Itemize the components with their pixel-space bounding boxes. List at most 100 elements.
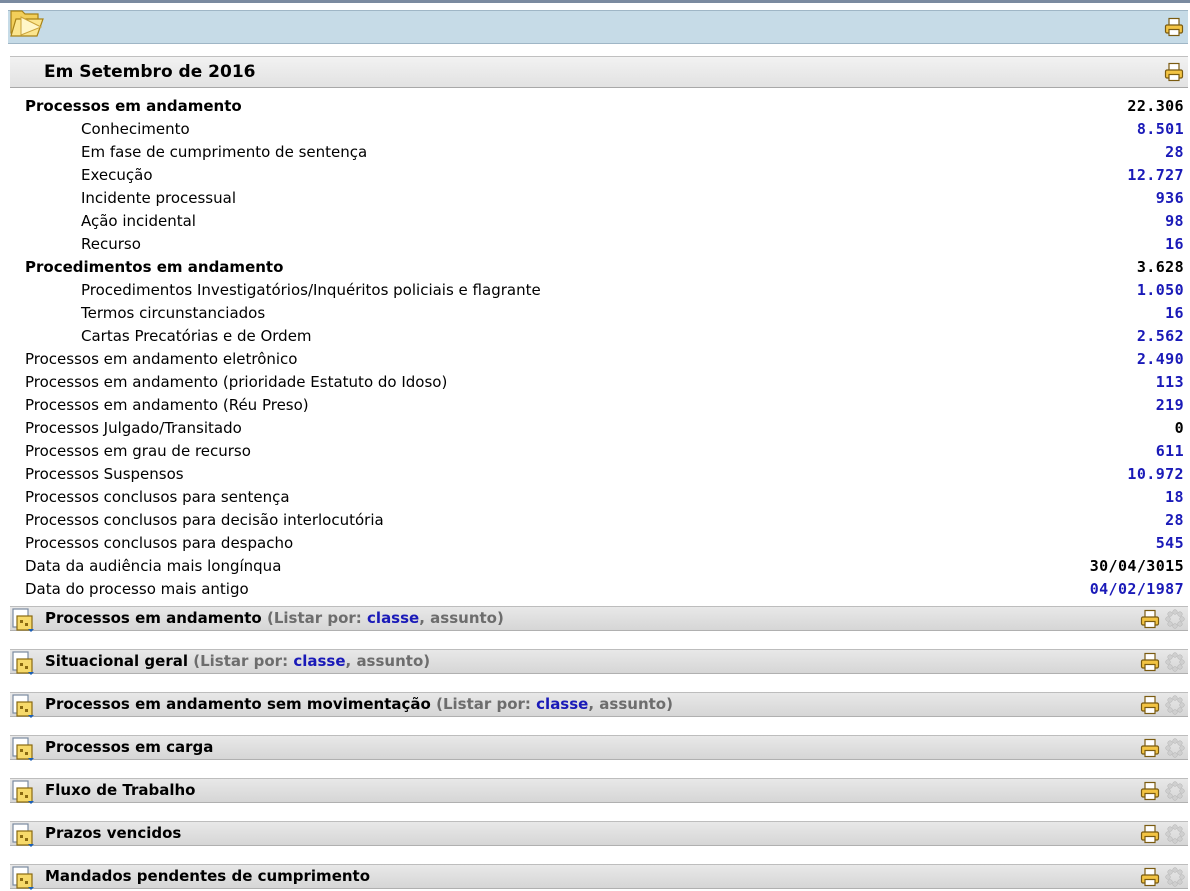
list-by-options: (Listar por: classe, assunto): [436, 695, 673, 713]
stat-label: Cartas Precatórias e de Ordem: [81, 327, 312, 345]
stat-value[interactable]: 2.490: [1137, 348, 1184, 371]
print-icon[interactable]: [1140, 695, 1160, 715]
stat-label: Recurso: [81, 235, 141, 253]
print-icon[interactable]: [1164, 62, 1184, 82]
loading-spinner-icon: [1165, 652, 1185, 672]
top-toolbar: [8, 10, 1188, 44]
section-title[interactable]: Processos em andamento: [45, 609, 262, 627]
section-title-wrap: Processos em carga: [45, 738, 213, 756]
stat-value[interactable]: 545: [1156, 532, 1184, 555]
stat-row: Recurso 16: [18, 233, 1188, 256]
print-icon[interactable]: [1140, 781, 1160, 801]
section-title[interactable]: Processos em carga: [45, 738, 213, 756]
stat-label: Processos em grau de recurso: [25, 442, 251, 460]
print-icon[interactable]: [1140, 609, 1160, 629]
report-icon: [12, 694, 34, 718]
stat-value[interactable]: 1.050: [1137, 279, 1184, 302]
report-section-header[interactable]: Processos em andamento sem movimentação …: [10, 692, 1188, 718]
section-title-wrap: Processos em andamento sem movimentação …: [45, 695, 673, 713]
list-by-label: Listar por:: [200, 652, 289, 670]
stat-label: Em fase de cumprimento de sentença: [81, 143, 368, 161]
list-by-classe-link[interactable]: classe: [367, 609, 419, 627]
statistics-list: Processos em andamento 22.306 Conhecimento…: [18, 95, 1188, 601]
section-title[interactable]: Prazos vencidos: [45, 824, 181, 842]
stat-label: Processos em andamento (Réu Preso): [25, 396, 309, 414]
stat-row: Procedimentos em andamento 3.628: [18, 256, 1188, 279]
stat-row: Processos em andamento eletrônico 2.490: [18, 348, 1188, 371]
stat-label: Ação incidental: [81, 212, 196, 230]
stat-value[interactable]: 16: [1165, 233, 1184, 256]
stat-label: Processos em andamento: [25, 97, 242, 115]
list-by-assunto-link[interactable]: assunto: [430, 609, 497, 627]
report-icon: [12, 866, 34, 890]
stat-label: Termos circunstanciados: [81, 304, 266, 322]
stat-value[interactable]: 12.727: [1127, 164, 1184, 187]
stat-row: Processos em grau de recurso 611: [18, 440, 1188, 463]
section-title-wrap: Mandados pendentes de cumprimento: [45, 867, 370, 885]
report-section-header[interactable]: Processos em andamento (Listar por: clas…: [10, 606, 1188, 632]
list-by-assunto-link[interactable]: assunto: [599, 695, 666, 713]
open-folder-icon: [10, 10, 44, 37]
month-title: Em Setembro de 2016: [44, 62, 256, 82]
stat-row: Execução 12.727: [18, 164, 1188, 187]
stat-row: Cartas Precatórias e de Ordem 2.562: [18, 325, 1188, 348]
stat-value[interactable]: 28: [1165, 509, 1184, 532]
report-section-header[interactable]: Mandados pendentes de cumprimento: [10, 864, 1188, 890]
report-icon: [12, 737, 34, 761]
window-top-edge: [0, 0, 1190, 3]
loading-spinner-icon: [1165, 824, 1185, 844]
list-by-assunto-link[interactable]: assunto: [356, 652, 423, 670]
stat-label: Processos conclusos para sentença: [25, 488, 290, 506]
stat-row: Em fase de cumprimento de sentença 28: [18, 141, 1188, 164]
stat-value[interactable]: 8.501: [1137, 118, 1184, 141]
loading-spinner-icon: [1165, 695, 1185, 715]
stat-label: Processos em andamento eletrônico: [25, 350, 298, 368]
stat-value: 22.306: [1127, 97, 1184, 115]
stat-value: 0: [1174, 419, 1184, 437]
stat-row: Processos Suspensos 10.972: [18, 463, 1188, 486]
print-icon[interactable]: [1140, 652, 1160, 672]
stat-value[interactable]: 611: [1156, 440, 1184, 463]
stat-row: Conhecimento 8.501: [18, 118, 1188, 141]
list-by-classe-link[interactable]: classe: [536, 695, 588, 713]
section-title-wrap: Prazos vencidos: [45, 824, 181, 842]
stat-value[interactable]: 2.562: [1137, 325, 1184, 348]
stat-label: Processos conclusos para decisão interlo…: [25, 511, 384, 529]
section-title[interactable]: Situacional geral: [45, 652, 188, 670]
stat-value[interactable]: 28: [1165, 141, 1184, 164]
stat-value[interactable]: 219: [1156, 394, 1184, 417]
stat-value[interactable]: 98: [1165, 210, 1184, 233]
stat-label: Processos conclusos para despacho: [25, 534, 294, 552]
stat-row: Ação incidental 98: [18, 210, 1188, 233]
print-icon[interactable]: [1140, 824, 1160, 844]
print-icon[interactable]: [1164, 17, 1184, 37]
report-icon: [12, 780, 34, 804]
stat-value[interactable]: 10.972: [1127, 463, 1184, 486]
stat-row: Processos conclusos para decisão interlo…: [18, 509, 1188, 532]
stat-value[interactable]: 04/02/1987: [1090, 578, 1184, 601]
stat-value[interactable]: 16: [1165, 302, 1184, 325]
month-header: Em Setembro de 2016: [10, 56, 1188, 88]
stat-value[interactable]: 18: [1165, 486, 1184, 509]
print-icon[interactable]: [1140, 738, 1160, 758]
stat-row: Incidente processual 936: [18, 187, 1188, 210]
loading-spinner-icon: [1165, 738, 1185, 758]
list-by-classe-link[interactable]: classe: [293, 652, 345, 670]
section-title[interactable]: Fluxo de Trabalho: [45, 781, 196, 799]
section-title[interactable]: Processos em andamento sem movimentação: [45, 695, 431, 713]
section-title[interactable]: Mandados pendentes de cumprimento: [45, 867, 370, 885]
stat-value: 30/04/3015: [1089, 557, 1184, 575]
stat-value[interactable]: 113: [1156, 371, 1184, 394]
stat-label: Processos em andamento (prioridade Estat…: [25, 373, 448, 391]
report-section-header[interactable]: Prazos vencidos: [10, 821, 1188, 847]
stat-label: Processos Julgado/Transitado: [25, 419, 242, 437]
stat-row: Processos em andamento (Réu Preso) 219: [18, 394, 1188, 417]
stat-label: Data da audiência mais longínqua: [25, 557, 282, 575]
list-by-options: (Listar por: classe, assunto): [266, 609, 504, 627]
report-section-header[interactable]: Fluxo de Trabalho: [10, 778, 1188, 804]
report-section-header[interactable]: Situacional geral (Listar por: classe, a…: [10, 649, 1188, 675]
report-section-header[interactable]: Processos em carga: [10, 735, 1188, 761]
stat-value[interactable]: 936: [1156, 187, 1184, 210]
list-by-label: Listar por:: [442, 695, 531, 713]
print-icon[interactable]: [1140, 867, 1160, 887]
